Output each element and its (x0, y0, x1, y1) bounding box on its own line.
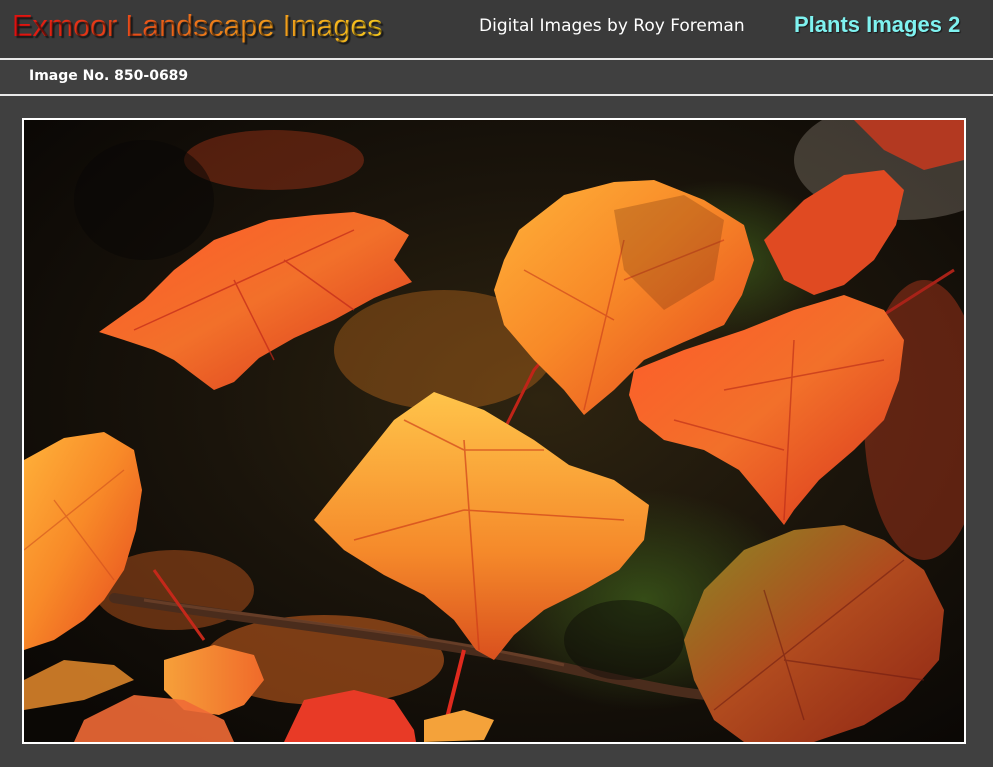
info-bar: Image No. 850-0689 (0, 60, 993, 94)
header: Exmoor Landscape Images Digital Images b… (0, 0, 993, 58)
section-link-plants-images-2[interactable]: Plants Images 2 (794, 12, 960, 38)
photo-frame (22, 118, 966, 744)
site-title: Exmoor Landscape Images (12, 8, 383, 43)
photo-autumn-leaves[interactable] (24, 120, 964, 742)
info-bar-divider (0, 94, 993, 96)
page: Exmoor Landscape Images Digital Images b… (0, 0, 993, 767)
subtitle: Digital Images by Roy Foreman (479, 16, 745, 36)
image-number: Image No. 850-0689 (29, 68, 189, 84)
